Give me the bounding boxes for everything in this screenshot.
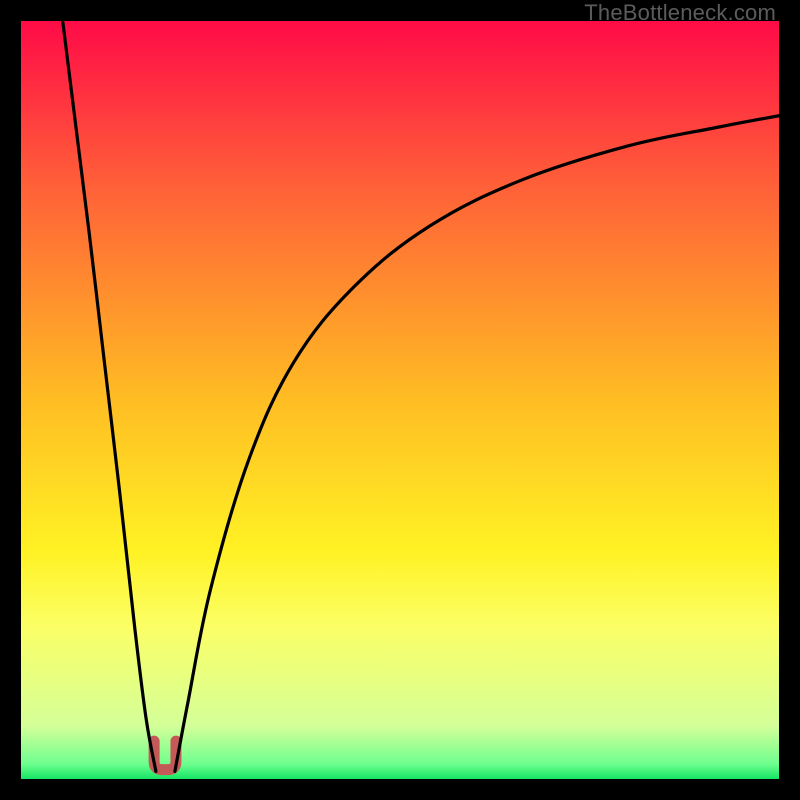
chart-background — [21, 21, 779, 779]
chart-frame — [21, 21, 779, 779]
watermark-text: TheBottleneck.com — [584, 0, 776, 26]
chart-svg — [21, 21, 779, 779]
